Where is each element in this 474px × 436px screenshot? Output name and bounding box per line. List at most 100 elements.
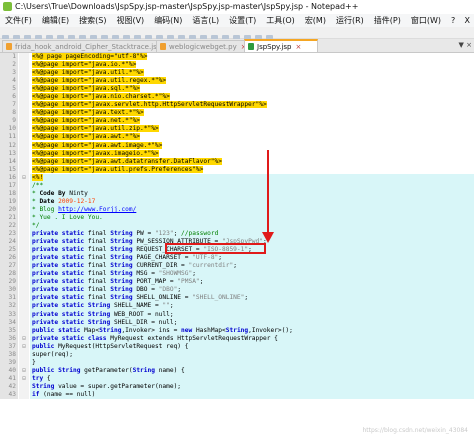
code-text[interactable]: <%@page import="java.io.*"%> (30, 61, 474, 69)
code-text[interactable]: */ (30, 221, 474, 231)
menu-macro[interactable]: 宏(M) (300, 14, 331, 27)
code-line[interactable]: 42 String value = super.getParameter(name… (0, 382, 474, 391)
code-line[interactable]: 15 <%@page import="java.util.prefs.Prefer… (0, 165, 474, 174)
code-text[interactable]: private static String SHELL_DIR = null; (30, 318, 474, 327)
line-number: 41 (0, 374, 18, 383)
code-text[interactable]: <%@page import="java.net.*"%> (30, 117, 474, 125)
menu-plugins[interactable]: 插件(P) (369, 14, 406, 27)
menu-help[interactable]: ? (446, 14, 460, 27)
tab-frida-hook[interactable]: frida_hook_android_Cipher_Stacktrace.js× (2, 40, 166, 52)
code-line[interactable]: 38 super(req); (0, 350, 474, 359)
menu-settings[interactable]: 设置(T) (224, 14, 261, 27)
code-line[interactable]: 34 private static String SHELL_DIR = null… (0, 318, 474, 327)
fold-toggle-icon[interactable]: ⊟ (19, 173, 29, 182)
code-line[interactable]: 13 <%@page import="javax.imageio.*"%> (0, 149, 474, 158)
code-line[interactable]: 35 public static Map<String,Invoker> ins … (0, 326, 474, 335)
code-text[interactable]: <%@page import="java.sql.*"%> (30, 85, 474, 93)
tab-list-controls[interactable]: ▼ × (459, 39, 472, 52)
line-number: 29 (0, 278, 18, 287)
code-line[interactable]: 33 private static String WEB_ROOT = null; (0, 310, 474, 319)
code-line[interactable]: 40 ⊟ public String getParameter(String nam… (0, 366, 474, 375)
code-line[interactable]: 21 * Yue . I Love You. (0, 213, 474, 222)
code-text[interactable]: <%@page import="java.text.*"%> (30, 109, 474, 117)
code-line[interactable]: 17 /** (0, 181, 474, 190)
code-text[interactable]: if (name == null) (30, 390, 474, 400)
code-line[interactable]: 41 ⊟ try { (0, 374, 474, 383)
fold-toggle-icon[interactable]: ⊟ (19, 374, 29, 383)
code-text[interactable]: private static final String PAGE_CHARSET… (30, 254, 474, 263)
code-text[interactable]: private static class MyRequest extends H… (30, 334, 474, 343)
tab-weblogicwebget[interactable]: weblogicwebget.py× (156, 40, 254, 52)
tab-jspspy[interactable]: JspSpy.jsp × (244, 39, 318, 52)
code-line[interactable]: 7 <%@page import="javax.servlet.http.Http… (0, 101, 474, 110)
code-line[interactable]: 6 <%@page import="java.nio.charset.*"%> (0, 93, 474, 102)
code-line[interactable]: 39} (0, 358, 474, 367)
code-line[interactable]: 9 <%@page import="java.net.*"%> (0, 117, 474, 126)
fold-toggle-icon[interactable]: ⊟ (19, 342, 29, 351)
code-line[interactable]: 12 <%@page import="java.awt.image.*"%> (0, 141, 474, 150)
code-text[interactable]: } (30, 358, 474, 367)
code-text[interactable]: private static final String PW = "123"; … (30, 230, 474, 239)
menu-window[interactable]: 窗口(W) (406, 14, 446, 27)
menu-encoding[interactable]: 编码(N) (149, 14, 187, 27)
code-text[interactable]: public static Map<String,Invoker> ins = … (30, 326, 474, 335)
code-line[interactable]: 14 <%@page import="java.awt.datatransfer.… (0, 157, 474, 166)
code-text[interactable]: /** (30, 181, 474, 190)
menu-edit[interactable]: 编辑(E) (37, 14, 74, 27)
code-line[interactable]: 11 <%@page import="java.awt.*"%> (0, 133, 474, 142)
code-text[interactable]: <%@page import="java.util.zip.*"%> (30, 125, 474, 133)
code-text[interactable]: <%@page import="java.awt.image.*"%> (30, 141, 474, 150)
fold-toggle-icon[interactable]: ⊟ (19, 334, 29, 343)
code-text[interactable]: <%@page import="java.util.*"%> (30, 69, 474, 77)
code-text[interactable]: * Code By Ninty (30, 189, 474, 198)
code-line[interactable]: 8 <%@page import="java.text.*"%> (0, 109, 474, 118)
code-text[interactable]: <%@ page pageEncoding="utf-8"%> (30, 53, 474, 61)
code-text[interactable]: public MyRequest(HttpServletRequest req)… (30, 342, 474, 351)
code-text[interactable]: <%@page import="javax.servlet.http.HttpS… (30, 101, 474, 109)
code-text[interactable]: <%@page import="java.awt.*"%> (30, 133, 474, 141)
menu-run[interactable]: 运行(R) (331, 14, 369, 27)
code-text[interactable]: * Yue . I Love You. (30, 213, 474, 222)
code-line[interactable]: 3 <%@page import="java.util.*"%> (0, 69, 474, 78)
code-text[interactable]: private static String WEB_ROOT = null; (30, 310, 474, 319)
code-line[interactable]: 16 ⊟ <%! (0, 173, 474, 182)
code-line[interactable]: 32 private static String SHELL_NAME = ""; (0, 302, 474, 311)
code-line[interactable]: 10 <%@page import="java.util.zip.*"%> (0, 125, 474, 134)
code-line[interactable]: 43 if (name == null) (0, 390, 474, 400)
code-text[interactable]: <%@page import="java.awt.datatransfer.Da… (30, 157, 474, 166)
code-line[interactable]: 26 private static final String PAGE_CHARS… (0, 254, 474, 263)
code-line[interactable]: 22 */ (0, 221, 474, 231)
code-text[interactable]: <%! (30, 173, 474, 182)
menu-file[interactable]: 文件(F) (0, 14, 37, 27)
code-text[interactable]: public String getParameter(String name) … (30, 366, 474, 375)
code-line[interactable]: 4 <%@page import="java.util.regex.*"%> (0, 77, 474, 86)
menu-tools[interactable]: 工具(O) (261, 14, 300, 27)
fold-toggle-icon[interactable]: ⊟ (19, 366, 29, 375)
code-text[interactable]: * Date 2009-12-17 (30, 197, 474, 206)
line-number: 42 (0, 382, 18, 391)
tab-close-icon[interactable]: × (295, 43, 301, 51)
code-text[interactable]: <%@page import="java.nio.charset.*"%> (30, 93, 474, 101)
code-line[interactable]: 5 <%@page import="java.sql.*"%> (0, 85, 474, 94)
code-text[interactable]: try { (30, 374, 474, 383)
code-text[interactable]: <%@page import="java.util.prefs.Preferen… (30, 165, 474, 174)
code-line[interactable]: 20 * Blog http://www.Forjj.com/ (0, 205, 474, 214)
code-text[interactable]: private static String SHELL_NAME = ""; (30, 302, 474, 311)
code-text[interactable]: super(req); (30, 350, 474, 359)
code-line[interactable]: 1 <%@ page pageEncoding="utf-8"%> (0, 53, 474, 62)
code-line[interactable]: 19 * Date 2009-12-17 (0, 197, 474, 206)
menu-search[interactable]: 搜索(S) (74, 14, 111, 27)
menu-view[interactable]: 视图(V) (111, 14, 149, 27)
code-line[interactable]: 23 private static final String PW = "123"… (0, 230, 474, 239)
code-text[interactable]: <%@page import="java.util.regex.*"%> (30, 77, 474, 85)
code-line[interactable]: 37 ⊟ public MyRequest(HttpServletRequest r… (0, 342, 474, 351)
code-text[interactable]: * Blog http://www.Forjj.com/ (30, 205, 474, 214)
line-number: 39 (0, 358, 18, 367)
menu-language[interactable]: 语言(L) (187, 14, 224, 27)
code-line[interactable]: 2 <%@page import="java.io.*"%> (0, 61, 474, 70)
code-line[interactable]: 18 * Code By Ninty (0, 189, 474, 198)
close-document-button[interactable]: X (465, 14, 470, 27)
code-line[interactable]: 36 ⊟ private static class MyRequest extend… (0, 334, 474, 343)
code-text[interactable]: String value = super.getParameter(name); (30, 382, 474, 391)
code-text[interactable]: <%@page import="javax.imageio.*"%> (30, 149, 474, 158)
